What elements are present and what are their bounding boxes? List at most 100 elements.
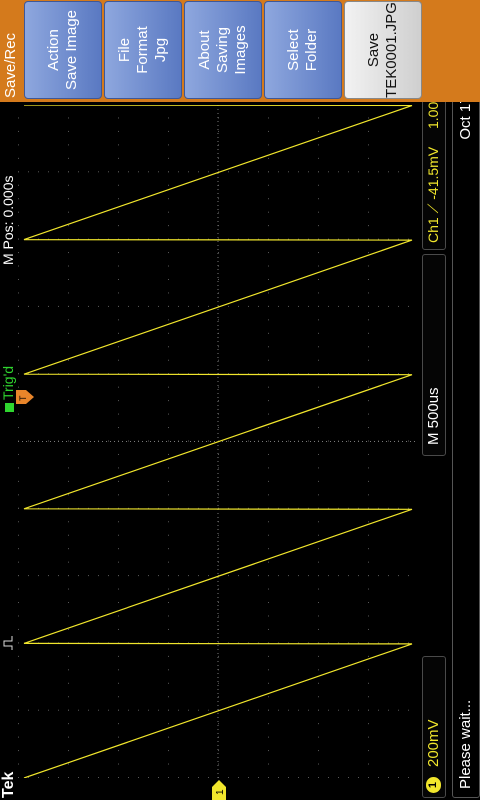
grid-dot xyxy=(118,252,119,254)
grid-dot xyxy=(268,211,269,213)
grid-dot xyxy=(168,427,169,429)
grid-dot xyxy=(368,548,369,550)
grid-dot xyxy=(48,777,49,778)
file-format-button[interactable]: File Format Jpg xyxy=(104,1,182,99)
grid-dot xyxy=(18,615,19,617)
grid-dot xyxy=(168,184,169,186)
grid-dot xyxy=(378,171,379,173)
grid-dot xyxy=(318,225,319,227)
grid-dot xyxy=(378,507,379,509)
grid-dot xyxy=(318,198,319,200)
grid-dot xyxy=(168,494,169,496)
grid-dot xyxy=(188,305,189,307)
grid-dot xyxy=(68,453,69,455)
grid-dot xyxy=(388,709,389,711)
grid-dot xyxy=(118,117,119,119)
grid-dot xyxy=(68,602,69,604)
grid-dot xyxy=(238,575,239,577)
grid-dot xyxy=(178,777,179,778)
grid-dot xyxy=(268,171,269,173)
grid-dot xyxy=(318,171,319,173)
grid-dot xyxy=(318,467,319,469)
timebase-readout[interactable]: M 500us xyxy=(422,254,446,456)
menu-button-line: Save Image xyxy=(63,9,80,91)
grid-dot xyxy=(18,507,19,509)
grid-dot xyxy=(118,171,119,173)
channel-1-scale[interactable]: 1 200mV xyxy=(422,656,446,798)
grid-dot xyxy=(118,723,119,725)
select-folder-button[interactable]: Select Folder xyxy=(264,1,342,99)
grid-dot xyxy=(328,575,329,577)
grid-dot xyxy=(368,292,369,294)
grid-dot xyxy=(358,575,359,577)
grid-dot xyxy=(318,265,319,267)
grid-dot xyxy=(398,171,399,173)
save-button[interactable]: Save TEK0001.JPG xyxy=(344,1,422,99)
grid-dot xyxy=(128,440,129,442)
grid-dot xyxy=(398,373,399,375)
grid-dot xyxy=(318,359,319,361)
channel-1-marker-icon[interactable]: 1 xyxy=(212,780,226,800)
grid-dot xyxy=(318,628,319,630)
grid-dot xyxy=(268,682,269,684)
grid-dot xyxy=(348,171,349,173)
grid-dot xyxy=(368,265,369,267)
grid-dot xyxy=(18,198,19,200)
grid-dot xyxy=(218,723,219,725)
grid-dot xyxy=(368,332,369,334)
grid-dot xyxy=(168,440,169,442)
grid-dot xyxy=(288,575,289,577)
grid-dot xyxy=(298,171,299,173)
grid-dot xyxy=(378,238,379,240)
grid-dot xyxy=(328,777,329,778)
grid-dot xyxy=(18,534,19,536)
grid-dot xyxy=(118,628,119,630)
grid-dot xyxy=(408,709,409,711)
grid-dot xyxy=(38,575,39,577)
grid-dot xyxy=(48,171,49,173)
grid-dot xyxy=(68,144,69,146)
grid-dot xyxy=(168,225,169,227)
grid-dot xyxy=(318,561,319,563)
grid-dot xyxy=(68,400,69,402)
grid-dot xyxy=(368,696,369,698)
grid-dot xyxy=(368,723,369,725)
grid-dot xyxy=(58,709,59,711)
grid-dot xyxy=(348,305,349,307)
grid-dot xyxy=(108,440,109,442)
grid-dot xyxy=(68,278,69,280)
menu-button-line: Saving xyxy=(214,27,231,73)
grid-dot xyxy=(398,777,399,778)
brand-logo: Tek xyxy=(0,771,17,798)
grid-dot xyxy=(118,655,119,657)
trigger-position-icon: T xyxy=(16,390,34,404)
grid-dot xyxy=(368,157,369,159)
grid-dot xyxy=(218,319,219,321)
grid-dot xyxy=(168,117,169,119)
grid-dot xyxy=(138,305,139,307)
grid-dot xyxy=(368,575,369,577)
grid-dot xyxy=(268,453,269,455)
grid-dot xyxy=(168,709,169,711)
grid-dot xyxy=(18,588,19,590)
grid-dot xyxy=(148,709,149,711)
grid-dot xyxy=(168,480,169,482)
grid-dot xyxy=(118,696,119,698)
grid-dot xyxy=(238,709,239,711)
grid-dot xyxy=(168,453,169,455)
grid-dot xyxy=(18,386,19,388)
grid-dot xyxy=(318,184,319,186)
grid-dot xyxy=(318,588,319,590)
grid-dot xyxy=(318,252,319,254)
grid-dot xyxy=(358,305,359,307)
grid-dot xyxy=(388,642,389,644)
grid-dot xyxy=(318,777,319,778)
grid-dot xyxy=(218,427,219,429)
grid-dot xyxy=(218,615,219,617)
grid-dot xyxy=(308,575,309,577)
grid-dot xyxy=(398,642,399,644)
about-saving-images-button[interactable]: About Saving Images xyxy=(184,1,262,99)
grid-dot xyxy=(88,709,89,711)
action-button[interactable]: Action Save Image xyxy=(24,1,102,99)
grid-dot xyxy=(218,400,219,402)
